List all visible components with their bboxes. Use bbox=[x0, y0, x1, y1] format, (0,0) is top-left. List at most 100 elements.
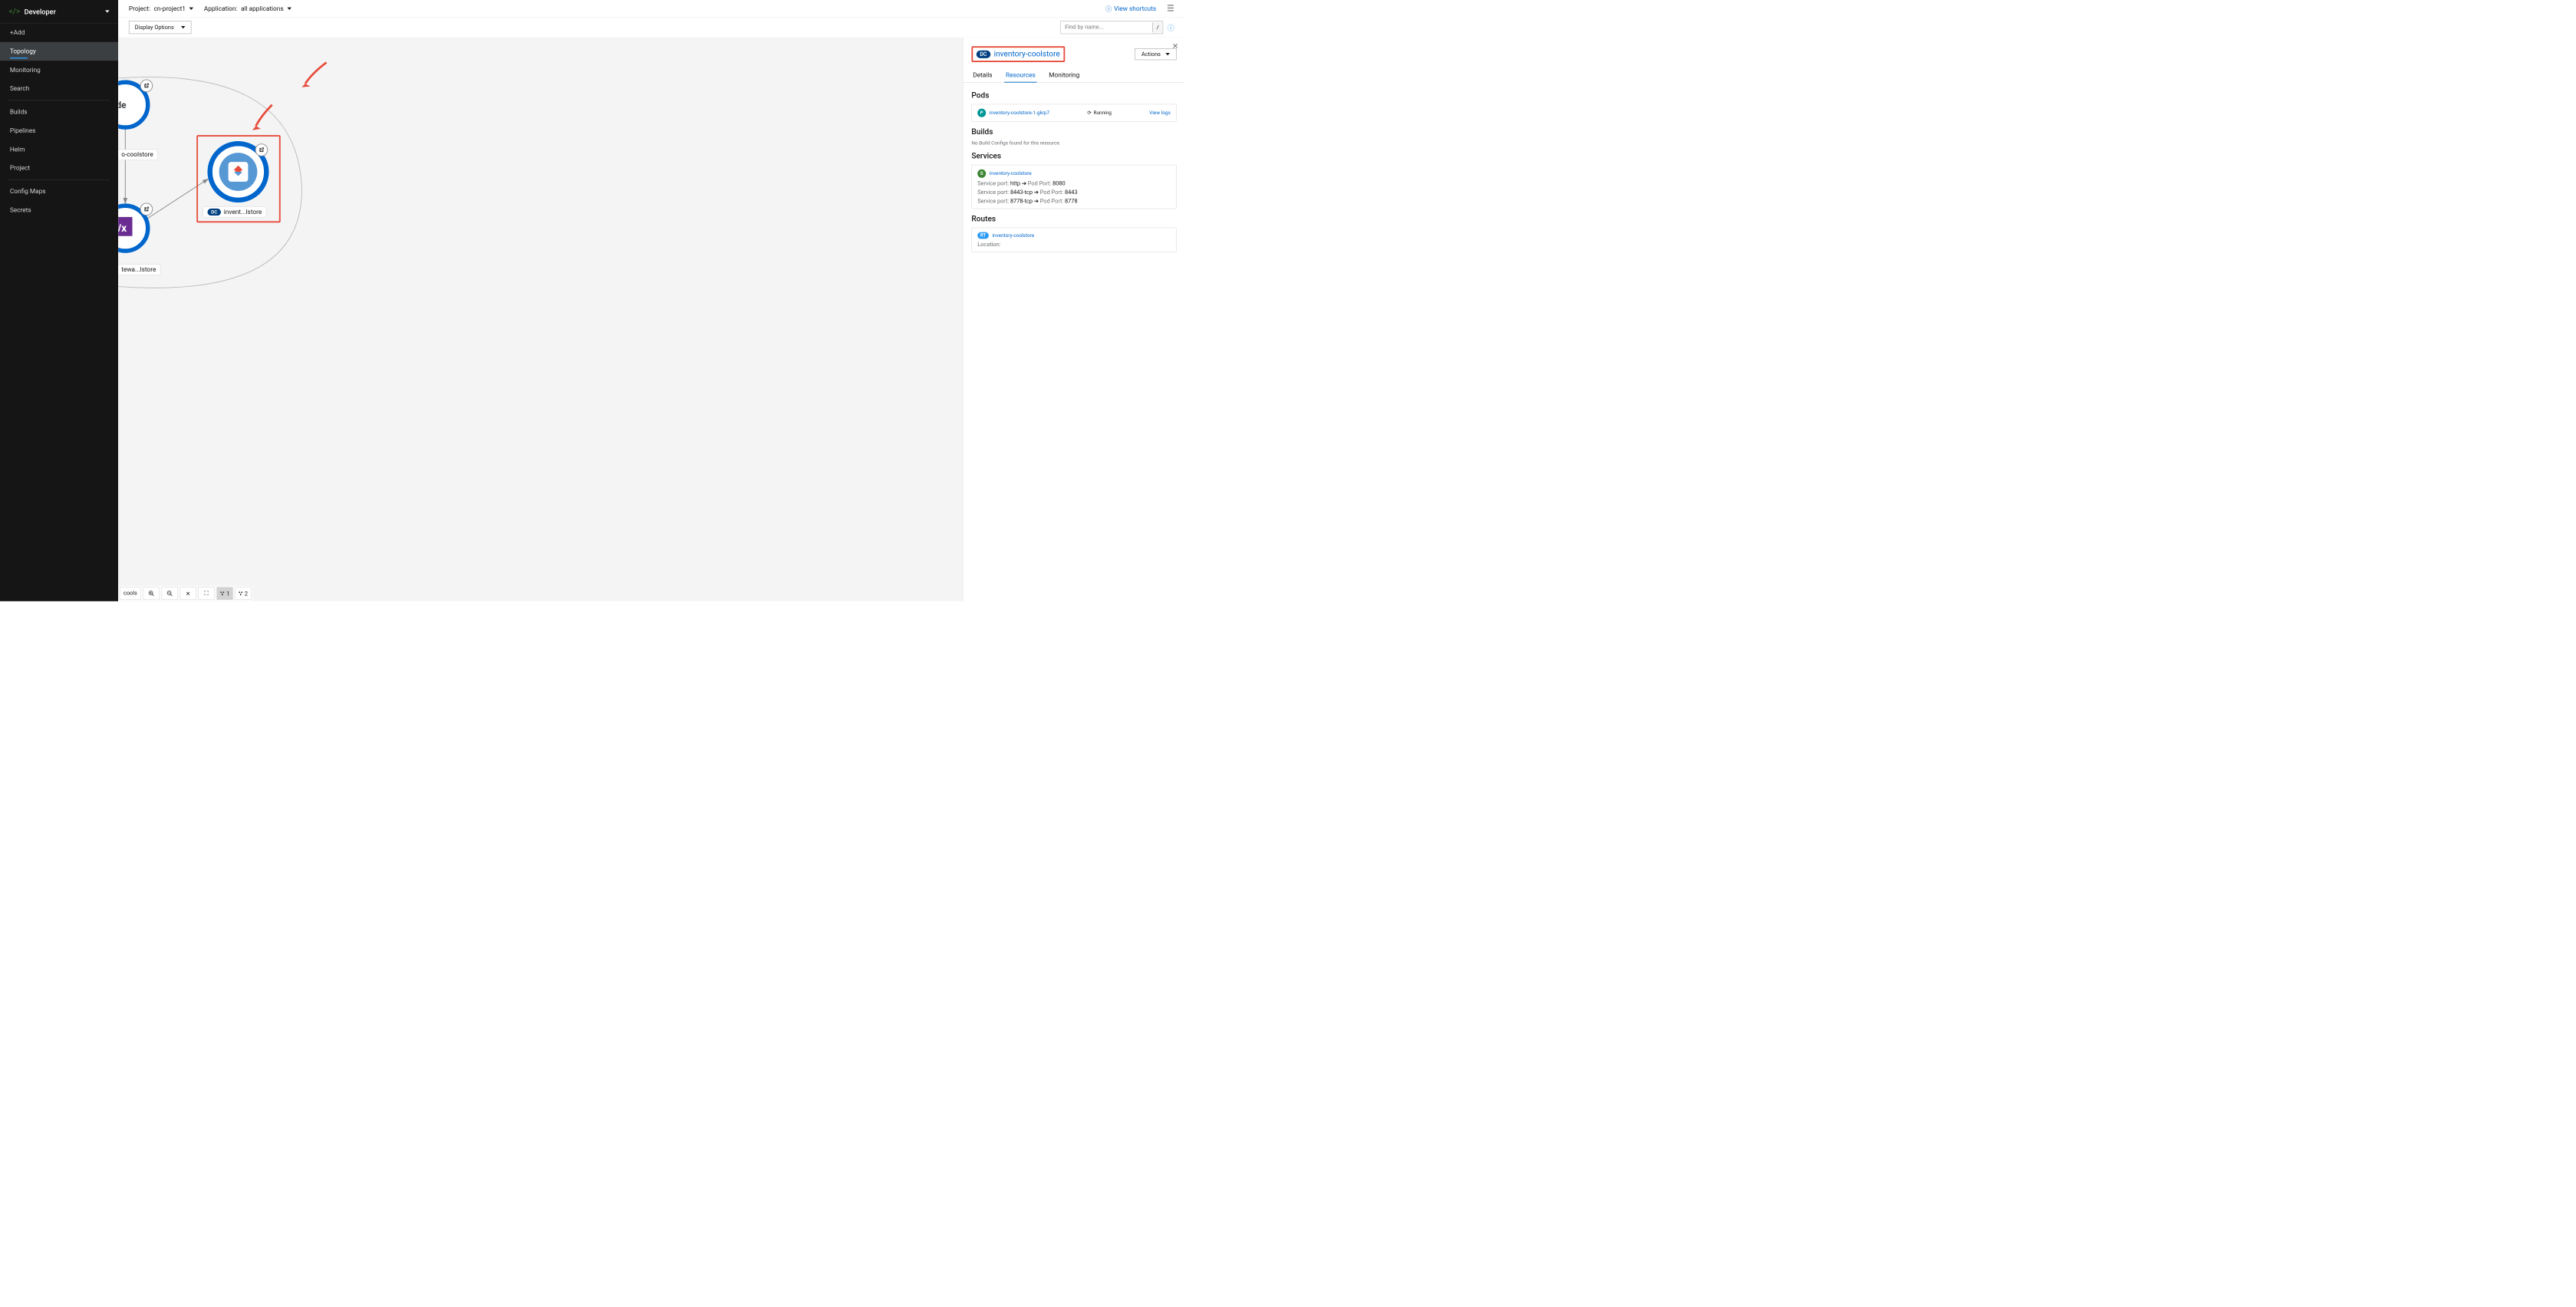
arrow-right-icon: ➔ bbox=[1034, 189, 1040, 196]
nav-monitoring[interactable]: Monitoring bbox=[0, 61, 118, 79]
dc-badge: DC bbox=[207, 209, 221, 216]
service-port: 8778-tcp bbox=[1010, 198, 1033, 205]
service-badge: S bbox=[977, 170, 986, 178]
svg-text:de: de bbox=[118, 100, 127, 110]
topbar: Project: cn-project1 Application: all ap… bbox=[118, 0, 1185, 18]
service-link[interactable]: inventory-coolstore bbox=[990, 171, 1032, 176]
pod-link[interactable]: inventory-coolstore-1-gkrp7 bbox=[990, 110, 1049, 116]
panel-body: Pods P inventory-coolstore-1-gkrp7 ⟳ Run… bbox=[963, 83, 1184, 601]
pod-status-text: Running bbox=[1094, 110, 1112, 116]
arrow-right-icon: ➔ bbox=[1034, 198, 1040, 205]
pod-badge: P bbox=[977, 109, 986, 117]
service-port: 8443-tcp bbox=[1010, 189, 1033, 196]
perspective-label: Developer bbox=[25, 7, 105, 15]
actions-button[interactable]: Actions bbox=[1135, 48, 1176, 60]
chevron-down-icon bbox=[287, 7, 292, 9]
nav-pipelines[interactable]: Pipelines bbox=[0, 121, 118, 140]
chevron-down-icon bbox=[1165, 53, 1170, 55]
topology-canvas[interactable]: de √x bbox=[118, 38, 963, 601]
tab-monitoring[interactable]: Monitoring bbox=[1047, 67, 1081, 82]
nav-configmaps[interactable]: Config Maps bbox=[0, 182, 118, 200]
chevron-down-icon bbox=[181, 26, 186, 28]
display-options-label: Display Options bbox=[135, 24, 174, 31]
node-label[interactable]: tewa...lstore bbox=[118, 265, 160, 275]
nav-helm[interactable]: Helm bbox=[0, 140, 118, 159]
nav-search[interactable]: Search bbox=[0, 80, 118, 98]
details-panel: ✕ DC inventory-coolstore Actions Details… bbox=[963, 38, 1185, 601]
application-selector[interactable]: Application: all applications bbox=[204, 5, 292, 12]
project-label: Project: bbox=[129, 5, 150, 12]
shortcuts-label: View shortcuts bbox=[1114, 5, 1156, 12]
node-label[interactable]: o-coolstore bbox=[118, 150, 158, 160]
search-input[interactable] bbox=[1061, 21, 1153, 34]
pod-port: 8778 bbox=[1065, 198, 1078, 205]
pod-status: ⟳ Running bbox=[1087, 110, 1112, 116]
toolbar: Display Options / ⓘ bbox=[118, 18, 1185, 38]
service-port: http bbox=[1010, 180, 1020, 187]
perspective-switcher[interactable]: </> Developer bbox=[0, 0, 118, 23]
code-icon: </> bbox=[9, 7, 21, 16]
list-view-icon[interactable]: ☰ bbox=[1167, 4, 1174, 14]
zoom-out-button[interactable] bbox=[162, 587, 178, 600]
nav-project[interactable]: Project bbox=[0, 159, 118, 177]
routes-heading: Routes bbox=[971, 215, 1176, 224]
sync-icon: ⟳ bbox=[1087, 110, 1091, 116]
main: Project: cn-project1 Application: all ap… bbox=[118, 0, 1185, 601]
zoom-in-button[interactable] bbox=[143, 587, 160, 600]
node-label-selected[interactable]: DC invent...lstore bbox=[203, 206, 267, 217]
open-url-icon[interactable] bbox=[140, 80, 153, 93]
builds-empty-text: No Build Configs found for this resource… bbox=[971, 140, 1176, 146]
service-card: S inventory-coolstore Service port: http… bbox=[971, 165, 1176, 209]
application-label: Application: bbox=[204, 5, 238, 12]
display-options-button[interactable]: Display Options bbox=[129, 21, 191, 34]
svg-text:√x: √x bbox=[118, 222, 127, 235]
search-kbd-hint: / bbox=[1152, 22, 1163, 32]
pod-port: 8080 bbox=[1052, 180, 1066, 187]
panel-header: DC inventory-coolstore Actions bbox=[963, 38, 1184, 67]
question-circle-icon: ⓘ bbox=[1105, 4, 1112, 13]
application-value: all applications bbox=[241, 5, 284, 12]
node-label-text: o-coolstore bbox=[121, 151, 153, 159]
layout-1-button[interactable]: 1 bbox=[216, 587, 232, 600]
project-value: cn-project1 bbox=[154, 5, 186, 12]
service-port-row: Service port: 8443-tcp ➔ Pod Port: 8443 bbox=[977, 189, 1171, 196]
group-label-partial[interactable]: cools bbox=[120, 587, 141, 600]
fit-button[interactable]: ✕ bbox=[180, 587, 196, 600]
layout-1-label: 1 bbox=[226, 590, 229, 597]
annotation-highlight-title: DC inventory-coolstore bbox=[971, 46, 1065, 62]
dc-badge: DC bbox=[977, 51, 990, 58]
nav-topology[interactable]: Topology bbox=[0, 42, 118, 61]
builds-heading: Builds bbox=[971, 127, 1176, 137]
view-logs-link[interactable]: View logs bbox=[1149, 110, 1171, 116]
open-url-icon[interactable] bbox=[140, 203, 153, 216]
nav-add[interactable]: +Add bbox=[0, 23, 118, 41]
pod-port: 8443 bbox=[1065, 189, 1078, 196]
pod-card: P inventory-coolstore-1-gkrp7 ⟳ Running … bbox=[971, 104, 1176, 122]
nav-secrets[interactable]: Secrets bbox=[0, 201, 118, 219]
tab-resources[interactable]: Resources bbox=[1004, 67, 1036, 82]
layout-2-button[interactable]: 2 bbox=[235, 587, 251, 600]
close-icon[interactable]: ✕ bbox=[1172, 42, 1178, 51]
nav-builds[interactable]: Builds bbox=[0, 103, 118, 121]
open-url-icon[interactable] bbox=[255, 143, 268, 156]
panel-tabs: Details Resources Monitoring bbox=[963, 67, 1184, 82]
pods-heading: Pods bbox=[971, 91, 1176, 100]
sidebar: </> Developer +Add Topology Monitoring S… bbox=[0, 0, 118, 601]
service-port-row: Service port: http ➔ Pod Port: 8080 bbox=[977, 180, 1171, 187]
layout-2-label: 2 bbox=[245, 590, 248, 597]
node-label-text: invent...lstore bbox=[224, 208, 262, 216]
actions-label: Actions bbox=[1141, 51, 1161, 58]
chevron-down-icon bbox=[105, 10, 110, 12]
info-icon[interactable]: ⓘ bbox=[1168, 22, 1174, 32]
arrow-right-icon: ➔ bbox=[1022, 180, 1028, 187]
services-heading: Services bbox=[971, 152, 1176, 161]
project-selector[interactable]: Project: cn-project1 bbox=[129, 5, 193, 12]
route-badge: RT bbox=[977, 232, 989, 239]
route-link[interactable]: inventory-coolstore bbox=[992, 232, 1034, 238]
view-shortcuts-link[interactable]: ⓘ View shortcuts bbox=[1105, 4, 1156, 13]
chevron-down-icon bbox=[189, 7, 194, 9]
zoom-bar: cools ✕ ⛶ 1 2 bbox=[118, 586, 252, 601]
search-input-wrap: / bbox=[1060, 21, 1163, 34]
tab-details[interactable]: Details bbox=[971, 67, 993, 82]
reset-view-button[interactable]: ⛶ bbox=[198, 587, 214, 600]
